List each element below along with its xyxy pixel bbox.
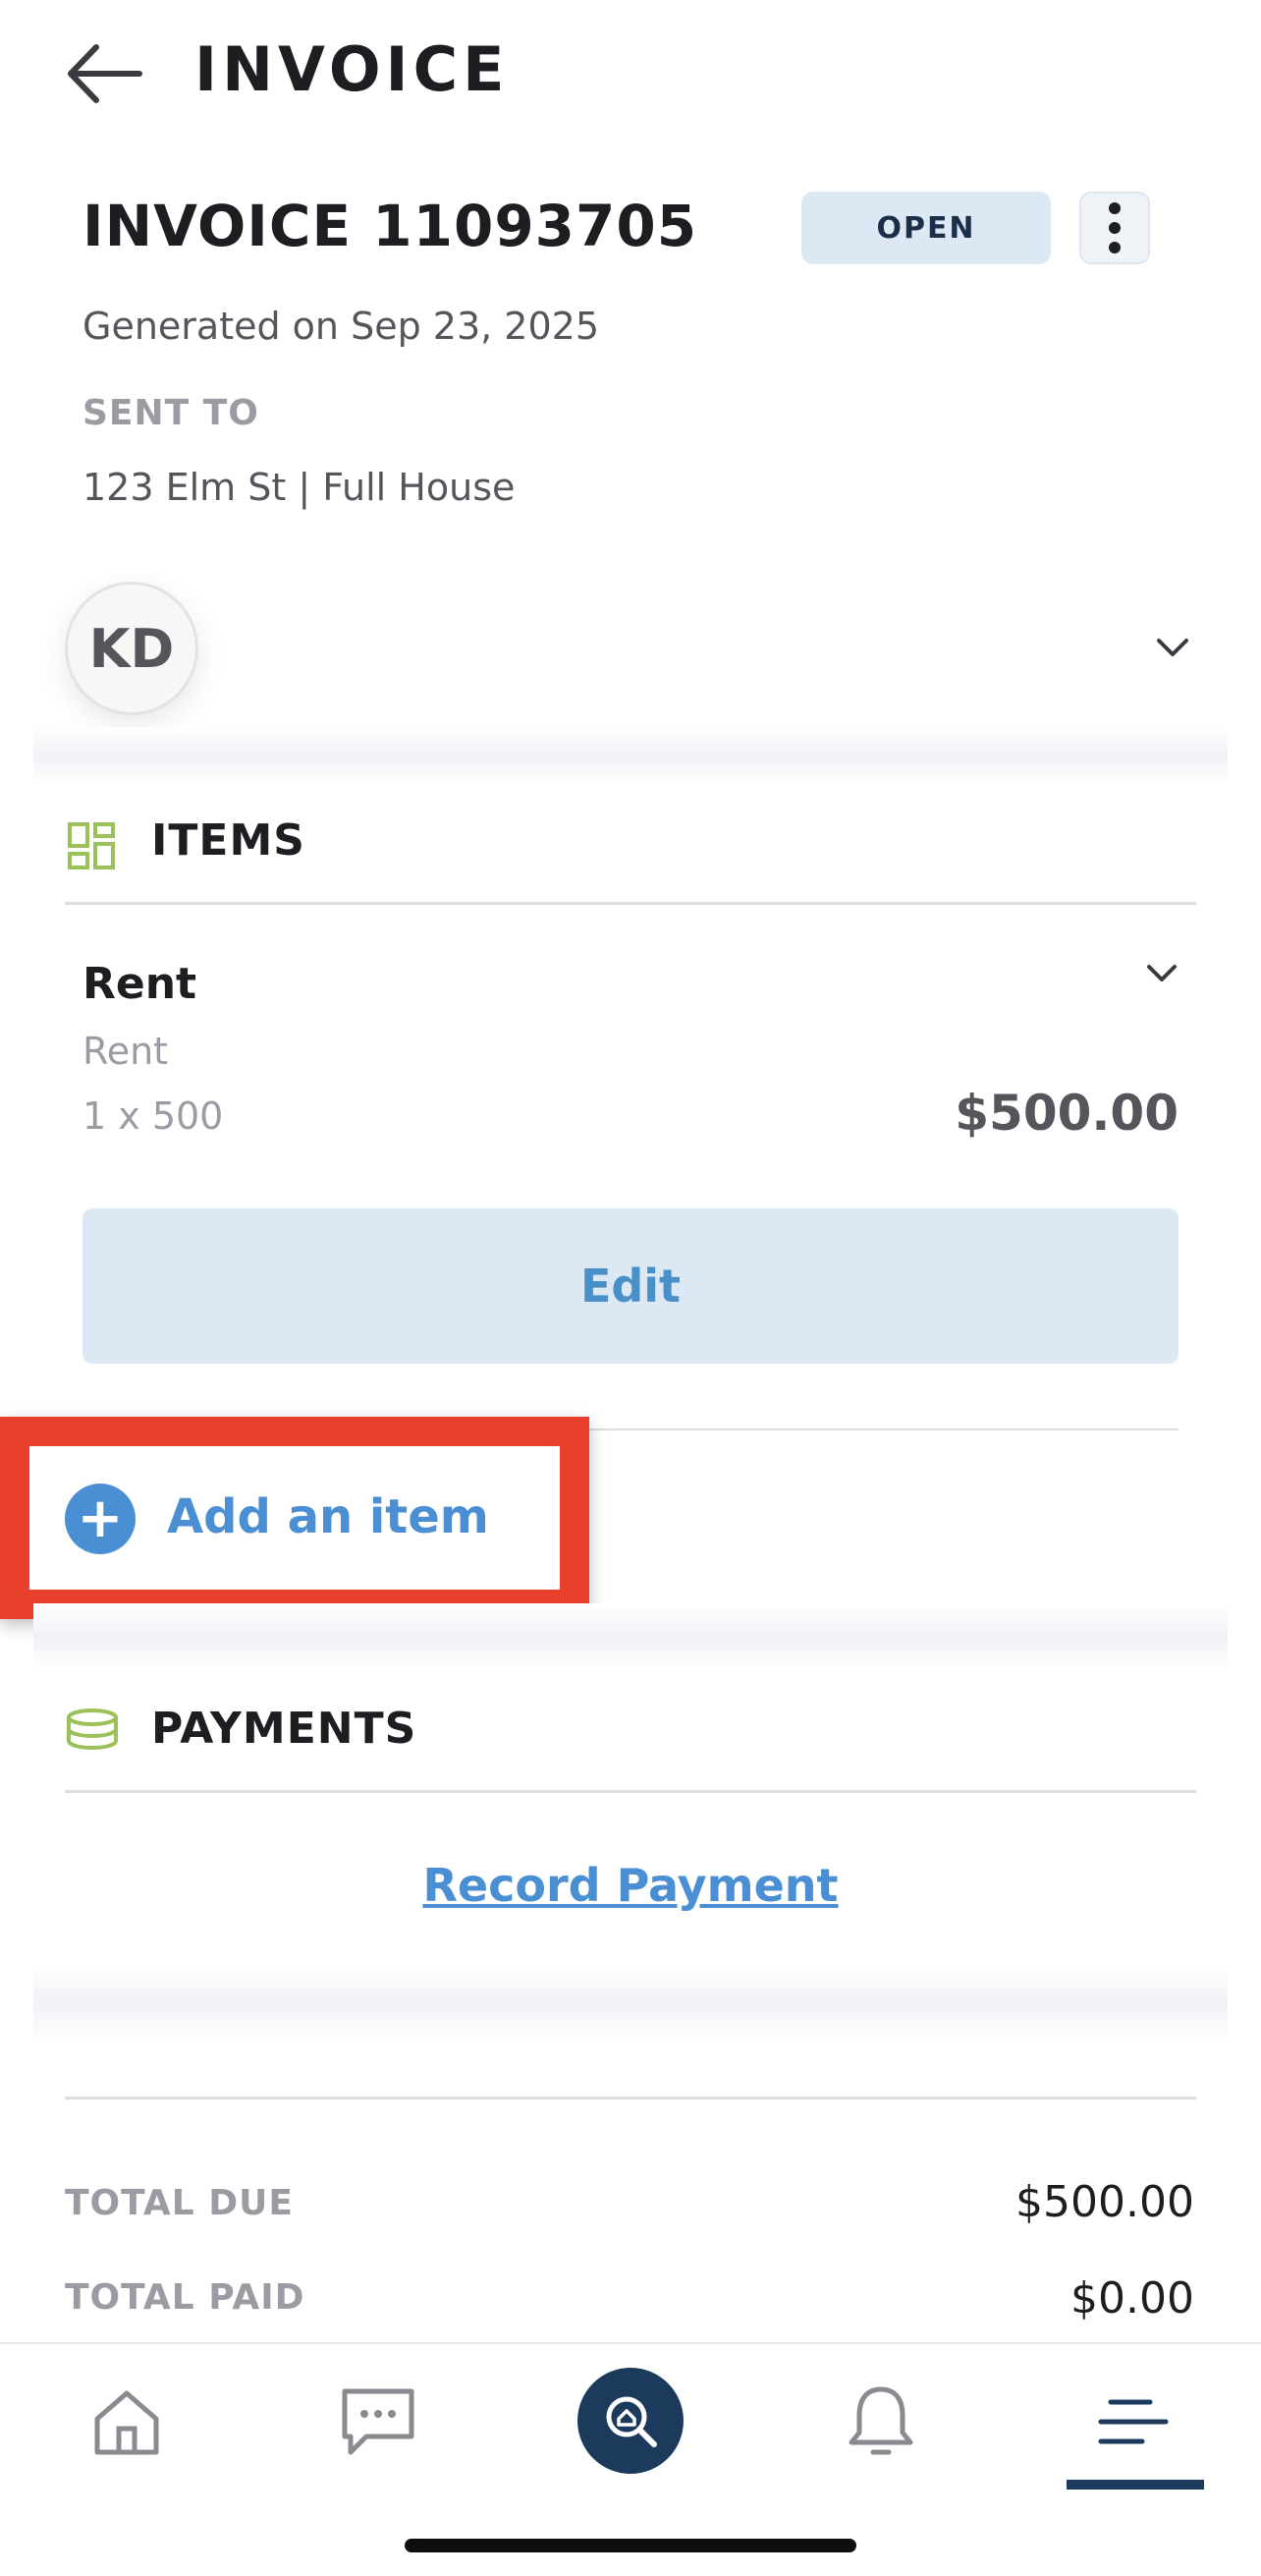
item-quantity: 1 x 500 — [82, 1094, 224, 1138]
divider — [65, 902, 1196, 905]
coins-icon — [67, 1708, 118, 1751]
page-title: INVOICE — [194, 33, 510, 105]
menu-icon — [1098, 2399, 1169, 2444]
nav-messages[interactable] — [324, 2374, 432, 2472]
active-tab-indicator — [1067, 2480, 1204, 2490]
section-separator — [33, 727, 1228, 786]
messages-icon — [342, 2388, 414, 2455]
back-arrow-icon[interactable] — [65, 41, 143, 106]
status-badge: OPEN — [801, 192, 1051, 264]
section-separator — [33, 1965, 1228, 2044]
items-section-title: ITEMS — [151, 815, 305, 866]
invoice-number: INVOICE 11093705 — [82, 193, 698, 259]
sent-to-label: SENT TO — [82, 393, 259, 433]
total-paid-value: $0.00 — [1070, 2273, 1194, 2324]
nav-notifications[interactable] — [827, 2374, 935, 2472]
items-grid-icon — [68, 822, 115, 869]
divider — [65, 1790, 1196, 1793]
sent-to-value: 123 Elm St | Full House — [82, 466, 516, 509]
nav-menu[interactable] — [1080, 2374, 1188, 2472]
home-indicator[interactable] — [405, 2539, 856, 2552]
edit-button[interactable]: Edit — [82, 1208, 1179, 1364]
total-due-value: $500.00 — [1015, 2177, 1194, 2227]
section-separator — [33, 1603, 1228, 1670]
nav-home[interactable] — [73, 2374, 181, 2472]
item-amount: $500.00 — [955, 1085, 1179, 1142]
payments-section-title: PAYMENTS — [151, 1704, 417, 1754]
item-name: Rent — [82, 959, 197, 1009]
avatar[interactable]: KD — [65, 582, 198, 715]
generated-date: Generated on Sep 23, 2025 — [82, 305, 600, 348]
more-options-button[interactable] — [1079, 192, 1150, 264]
home-icon — [94, 2390, 159, 2455]
chevron-down-icon[interactable] — [1147, 629, 1198, 668]
divider — [65, 2097, 1196, 2100]
record-payment-link[interactable]: Record Payment — [0, 1859, 1261, 1912]
bottom-navigation — [0, 2342, 1261, 2576]
notifications-icon — [849, 2386, 913, 2455]
search-property-icon — [606, 2396, 657, 2447]
total-due-label: TOTAL DUE — [65, 2183, 294, 2223]
plus-circle-icon[interactable]: + — [65, 1484, 136, 1554]
nav-search-property[interactable] — [577, 2368, 684, 2474]
vertical-dots-icon — [1109, 202, 1121, 253]
chevron-down-icon[interactable] — [1137, 955, 1186, 992]
item-subtitle: Rent — [82, 1030, 169, 1073]
total-paid-label: TOTAL PAID — [65, 2277, 305, 2318]
add-item-button[interactable]: Add an item — [167, 1489, 489, 1544]
